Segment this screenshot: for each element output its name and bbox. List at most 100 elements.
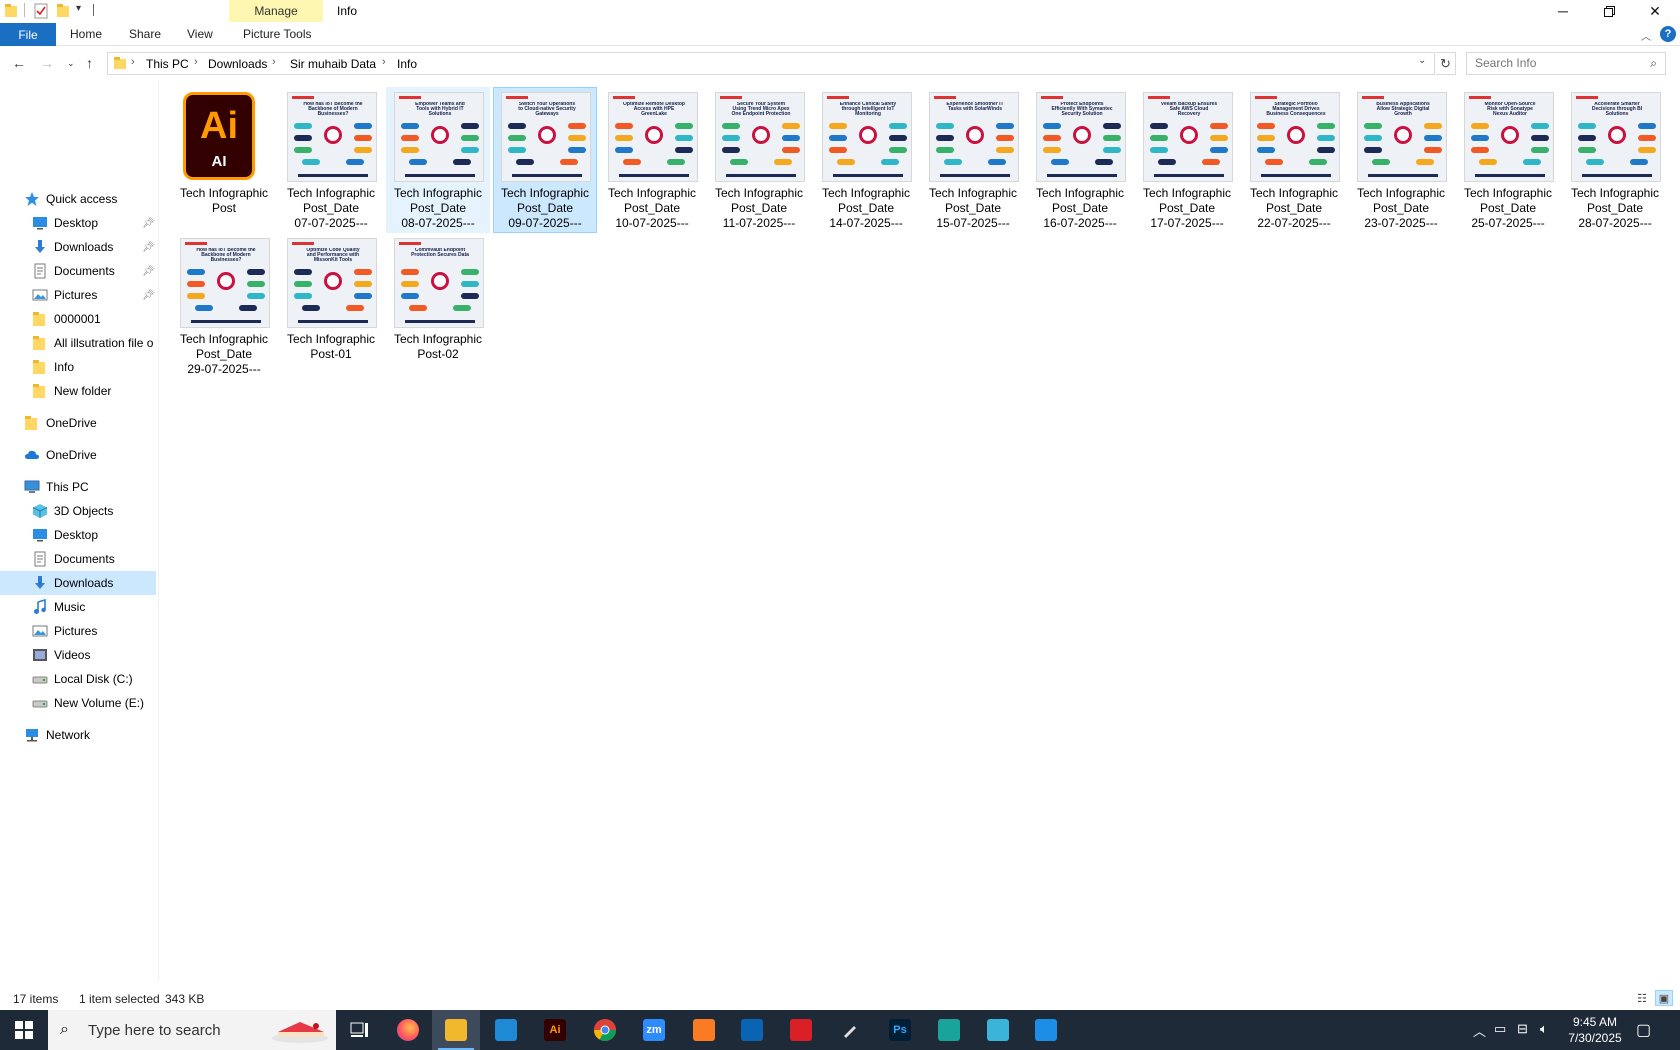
breadcrumb-chevron-icon[interactable]: › (131, 56, 135, 68)
taskbar-app-pen-tool[interactable] (826, 1010, 874, 1050)
taskbar-app-firefox[interactable] (384, 1010, 432, 1050)
nav-item-downloads[interactable]: Downloads (0, 571, 156, 595)
nav-item-music[interactable]: Music (0, 595, 156, 619)
taskbar-app-task-view[interactable] (336, 1010, 384, 1050)
close-button[interactable]: ✕ (1632, 0, 1678, 22)
nav-item-label: Downloads (54, 576, 114, 590)
breadcrumb-this-pc[interactable]: This PC (146, 57, 189, 71)
breadcrumb-downloads[interactable]: Downloads (208, 57, 267, 71)
file-name: Tech Infographic Post_Date 29-07-2025--- (173, 332, 275, 377)
file-item[interactable]: Commvault Endpoint Protection Secures Da… (386, 233, 490, 379)
file-item[interactable]: How has IoT Become the Backbone of Moder… (279, 87, 383, 233)
nav-item-downloads[interactable]: Downloads 📌︎ (0, 235, 156, 259)
recent-locations-button[interactable]: ⌄ (67, 58, 75, 69)
customize-qat-icon[interactable]: ▾ (76, 3, 81, 19)
nav-item-local-disk-c[interactable]: Local Disk (C:) (0, 667, 156, 691)
taskbar-app-zoom[interactable]: zm (630, 1010, 678, 1050)
nav-item-3d-objects[interactable]: 3D Objects (0, 499, 156, 523)
nav-item-0000001[interactable]: 0000001 (0, 307, 156, 331)
search-box[interactable]: ⌕ (1466, 52, 1666, 75)
file-item[interactable]: Empower Teams and Tools with Hybrid IT S… (386, 87, 490, 233)
taskbar-app-creative-cloud[interactable] (777, 1010, 825, 1050)
file-item[interactable]: Accelerate Smarter Decisions through BI … (1563, 87, 1667, 233)
file-name-line: 16-07-2025--- (1043, 216, 1117, 230)
meet-now-icon[interactable]: ▭ (1494, 1021, 1506, 1037)
network-status-icon[interactable]: ⊟ (1517, 1021, 1528, 1037)
breadcrumb-chevron-icon[interactable]: › (382, 56, 386, 68)
taskbar-app-outlook[interactable] (728, 1010, 776, 1050)
up-button[interactable]: ↑ (86, 55, 93, 71)
back-button[interactable]: ← (12, 55, 26, 71)
taskbar-app-file-explorer[interactable] (432, 1010, 480, 1050)
address-dropdown-icon[interactable]: ⌄ (1418, 55, 1426, 66)
taskbar-app-app-blue[interactable] (1022, 1010, 1070, 1050)
nav-item-label: Network (46, 728, 91, 742)
nav-item-new-volume-e[interactable]: New Volume (E:) (0, 691, 156, 715)
nav-item-documents[interactable]: Documents (0, 547, 156, 571)
nav-item-videos[interactable]: Videos (0, 643, 156, 667)
nav-item-this-pc[interactable]: This PC (0, 475, 156, 499)
tab-share[interactable]: Share (129, 27, 161, 41)
file-item[interactable]: Ai AI Tech Infographic Post (172, 87, 276, 233)
expand-ribbon-icon[interactable]: ︿ (1641, 28, 1651, 43)
pen-icon (839, 1019, 861, 1041)
nav-item-documents[interactable]: Documents 📌︎ (0, 259, 156, 283)
file-item[interactable]: Strategic Portfolio Management Drives Bu… (1242, 87, 1346, 233)
file-item[interactable]: Business Applications Allow Strategic Di… (1349, 87, 1453, 233)
tab-picture-tools[interactable]: Picture Tools (243, 27, 311, 41)
nav-item-info[interactable]: Info (0, 355, 156, 379)
nav-item-onedrive[interactable]: OneDrive (0, 443, 156, 467)
tab-home[interactable]: Home (70, 27, 102, 41)
nav-item-pictures[interactable]: Pictures 📌︎ (0, 283, 156, 307)
minimize-button[interactable]: ─ (1540, 0, 1586, 22)
search-input[interactable] (1475, 56, 1635, 70)
properties-icon[interactable] (33, 3, 49, 19)
breadcrumb-info[interactable]: Info (397, 57, 417, 71)
file-item[interactable]: Switch Your Operations to Cloud-native S… (493, 87, 597, 233)
nav-item-all-illsutration-file-o[interactable]: All illsutration file o (0, 331, 156, 355)
help-icon[interactable]: ? (1660, 26, 1676, 42)
file-item[interactable]: Optimize Code Quality and Performance wi… (279, 233, 383, 379)
file-item[interactable]: Optimize Remote Desktop Access with HPE … (600, 87, 704, 233)
file-item[interactable]: Veeam Backup Ensures Safe AWS Cloud Reco… (1135, 87, 1239, 233)
address-bar[interactable]: › This PC › Downloads › Sir muhaib Data … (107, 52, 1435, 75)
taskbar-app-photoshop[interactable]: Ps (876, 1010, 924, 1050)
taskbar-app-vscode[interactable] (482, 1010, 530, 1050)
details-view-button[interactable]: ☷ (1633, 990, 1651, 1006)
show-hidden-icons-icon[interactable]: ︿ (1473, 1021, 1486, 1040)
file-item[interactable]: Monitor Open-Source Risk with Sonatype N… (1456, 87, 1560, 233)
image-thumbnail: Veeam Backup Ensures Safe AWS Cloud Reco… (1143, 92, 1233, 182)
start-button[interactable] (0, 1010, 48, 1050)
tab-file[interactable]: File (0, 23, 56, 46)
refresh-button[interactable]: ↻ (1436, 52, 1456, 75)
taskbar-app-illustrator[interactable]: Ai (531, 1010, 579, 1050)
system-clock[interactable]: 9:45 AM 7/30/2025 (1560, 1014, 1630, 1046)
file-item[interactable]: How has IoT Become the Backbone of Moder… (172, 233, 276, 379)
taskbar-app-app-notes[interactable] (974, 1010, 1022, 1050)
nav-item-pictures[interactable]: Pictures (0, 619, 156, 643)
volume-icon[interactable]: 🔈︎ (1540, 1021, 1548, 1037)
tab-view[interactable]: View (187, 27, 213, 41)
nav-item-onedrive[interactable]: OneDrive (0, 411, 156, 435)
file-item[interactable]: Experience Smoother IT Tasks with SolarW… (921, 87, 1025, 233)
file-item[interactable]: Secure Your System Using Trend Micro Ape… (707, 87, 811, 233)
file-item[interactable]: Enhance Clinical Safety through Intellig… (814, 87, 918, 233)
taskbar-app-app-teal[interactable] (925, 1010, 973, 1050)
action-center-icon[interactable]: ▢ (1636, 1020, 1651, 1040)
taskbar-app-xampp[interactable] (680, 1010, 728, 1050)
nav-item-desktop[interactable]: Desktop 📌︎ (0, 211, 156, 235)
breadcrumb-sir-muhaib-data[interactable]: Sir muhaib Data (290, 57, 376, 71)
large-icons-view-button[interactable]: ▣ (1655, 990, 1673, 1006)
breadcrumb-chevron-icon[interactable]: › (272, 56, 276, 68)
taskbar-app-chrome[interactable] (581, 1010, 629, 1050)
nav-item-network[interactable]: Network (0, 723, 156, 747)
forward-button[interactable]: → (40, 55, 54, 71)
breadcrumb-chevron-icon[interactable]: › (194, 56, 198, 68)
nav-item-quick-access[interactable]: Quick access (0, 187, 156, 211)
nav-item-desktop[interactable]: Desktop (0, 523, 156, 547)
nav-item-new-folder[interactable]: New folder (0, 379, 156, 403)
restore-button[interactable] (1586, 0, 1632, 22)
taskbar-search-box[interactable]: ⌕ Type here to search (48, 1010, 336, 1050)
new-folder-icon[interactable] (56, 3, 70, 19)
file-item[interactable]: Protect Endpoints Efficiently With Syman… (1028, 87, 1132, 233)
